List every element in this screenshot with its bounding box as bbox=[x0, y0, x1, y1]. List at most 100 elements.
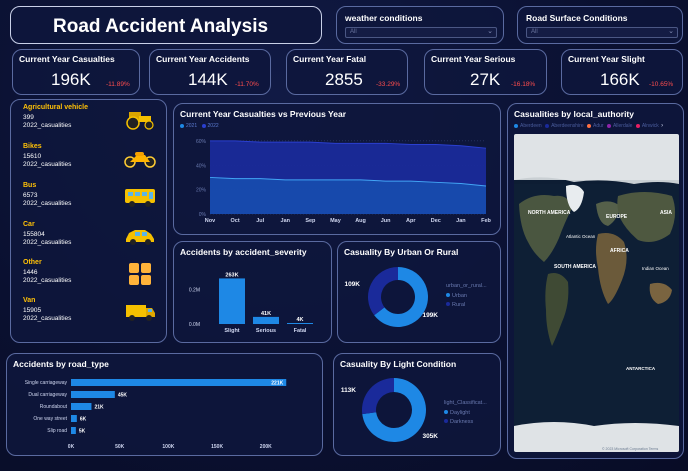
road-type-card: Accidents by road_type 0K 50K 100K 150K 200K… bbox=[6, 353, 323, 456]
x-tick-label: Sep bbox=[305, 218, 316, 224]
trend-chart[interactable]: 0%20%40%60%Nov Oct Jul Jan Sep May Aug Jun Apr De… bbox=[174, 104, 502, 236]
y-tick-label: Dual carriageway bbox=[28, 392, 67, 398]
weather-slicer[interactable]: weather conditions All ⌄ bbox=[336, 6, 504, 44]
vehicle-count: 1446 bbox=[23, 269, 38, 276]
y-tick-label: Single carriageway bbox=[25, 380, 68, 386]
vehicle-count: 155804 bbox=[23, 231, 45, 238]
vehicle-subtitle: 2022_casualities bbox=[23, 239, 72, 246]
title-card: Road Accident Analysis bbox=[10, 6, 322, 44]
dashboard: Road Accident Analysis weather condition… bbox=[0, 0, 688, 471]
vehicle-name: Other bbox=[23, 259, 42, 266]
vehicle-item-bikes: Bikes 15610 2022_casualities bbox=[23, 143, 71, 168]
y-tick-label: One way street bbox=[33, 416, 67, 422]
x-tick-label: Serious bbox=[256, 328, 276, 334]
y-tick-label: 0.2M bbox=[189, 287, 200, 293]
legend-dot bbox=[444, 410, 448, 414]
urban-rural-chart[interactable]: 199K 109K urban_or_rural... Urban Rural bbox=[338, 242, 502, 344]
road-type-bar bbox=[71, 379, 287, 386]
kpi-change: -33.29% bbox=[376, 81, 401, 88]
legend-dot bbox=[446, 302, 450, 306]
kpi-label: Current Year Fatal bbox=[293, 54, 367, 64]
kpi-value: 2855 bbox=[325, 70, 363, 89]
vehicle-subtitle: 2022_casualities bbox=[23, 315, 72, 322]
y-tick-label: Roundabout bbox=[40, 404, 68, 410]
map-label-antarctica: ANTARCTICA bbox=[626, 366, 656, 371]
legend-dot bbox=[446, 293, 450, 297]
x-tick-label: Jan bbox=[281, 218, 291, 224]
data-label: 109K bbox=[344, 281, 360, 288]
vehicle-subtitle: 2022_casualities bbox=[23, 161, 72, 168]
x-tick-label: Slight bbox=[224, 328, 239, 334]
legend-dot bbox=[606, 123, 611, 128]
y-tick-label: 20% bbox=[196, 188, 207, 194]
x-tick-label: 100K bbox=[162, 444, 174, 450]
data-label: 113K bbox=[341, 387, 356, 394]
x-tick-label: Jun bbox=[381, 218, 391, 224]
vehicle-item-bus: Bus 6573 2022_casualities bbox=[23, 182, 71, 207]
data-label: 6K bbox=[80, 417, 87, 423]
chevron-down-icon: ⌄ bbox=[668, 28, 674, 35]
map-label-north-america: NORTH AMERICA bbox=[528, 210, 571, 216]
chevron-down-icon: ⌄ bbox=[487, 28, 493, 35]
kpi-label: Current Year Casualties bbox=[19, 54, 115, 64]
legend-title: urban_or_rural... bbox=[446, 283, 487, 289]
map-label-europe: EUROPE bbox=[606, 214, 628, 220]
road-type-bar bbox=[71, 427, 76, 434]
severity-chart[interactable]: 0.2M 0.0M 263K Slight 41K Serious 4K Fatal bbox=[174, 242, 333, 344]
vehicle-count: 15610 bbox=[23, 153, 42, 160]
road-surface-dropdown[interactable]: All ⌄ bbox=[526, 27, 678, 38]
road-type-chart[interactable]: 0K 50K 100K 150K 200K Single carriageway 221K D… bbox=[7, 354, 324, 457]
weather-dropdown[interactable]: All ⌄ bbox=[345, 27, 497, 38]
kpi-change: -11.70% bbox=[235, 81, 259, 88]
bus-icon bbox=[125, 189, 155, 207]
map-legend-item: Adur bbox=[593, 123, 604, 129]
light-condition-chart[interactable]: 305K 113K light_Classificat... Daylight Dark… bbox=[334, 354, 502, 457]
map-legend: Aberdeen Aberdeenshire Adur Allerdale Al… bbox=[514, 123, 663, 129]
kpi-casualties: Current Year Casualties 196K -11.89% bbox=[12, 49, 140, 95]
legend-item: Urban bbox=[452, 293, 467, 299]
van-icon bbox=[126, 305, 155, 321]
legend-dot bbox=[635, 123, 640, 128]
light-condition-card: Casuality By Light Condition 305K 113K lig… bbox=[333, 353, 501, 456]
data-label: 4K bbox=[296, 317, 303, 323]
kpi-serious: Current Year Serious 27K -16.18% bbox=[424, 49, 547, 95]
severity-bar bbox=[253, 316, 279, 324]
road-type-bar bbox=[71, 391, 115, 398]
kpi-change: -16.18% bbox=[511, 81, 536, 88]
map-card: Casualities by local_authority Aberdeen … bbox=[507, 103, 684, 459]
road-surface-dropdown-value: All bbox=[531, 29, 538, 35]
x-tick-label: Jul bbox=[256, 218, 264, 224]
vehicle-name: Bus bbox=[23, 182, 37, 189]
x-tick-label: 0K bbox=[68, 444, 75, 450]
road-surface-slicer[interactable]: Road Surface Conditions All ⌄ bbox=[517, 6, 683, 44]
map-legend-item: Alnwick bbox=[641, 123, 659, 129]
weather-slicer-label: weather conditions bbox=[345, 13, 423, 23]
vehicle-name: Bikes bbox=[23, 143, 42, 150]
x-tick-label: Jan bbox=[456, 218, 466, 224]
x-tick-label: 150K bbox=[211, 444, 223, 450]
map-title: Casualities by local_authority bbox=[514, 109, 634, 119]
vehicle-type-card: Agricultural vehicle 399 2022_casualitie… bbox=[10, 99, 167, 343]
vehicle-count: 6573 bbox=[23, 192, 38, 199]
severity-bar bbox=[287, 323, 313, 324]
map-label-asia: ASIA bbox=[660, 210, 672, 216]
x-tick-label: Aug bbox=[355, 218, 366, 224]
x-tick-label: 50K bbox=[115, 444, 125, 450]
casualties-trend-card: Current Year Casualties vs Previous Year… bbox=[173, 103, 501, 235]
x-tick-label: Fatal bbox=[294, 328, 307, 334]
donut-slice bbox=[362, 378, 394, 415]
x-tick-label: May bbox=[330, 218, 342, 224]
world-map[interactable]: NORTH AMERICA EUROPE ASIA Atlantic Ocean… bbox=[514, 134, 679, 452]
y-tick-label: 60% bbox=[196, 139, 207, 145]
vehicle-subtitle: 2022_casualities bbox=[23, 122, 72, 129]
kpi-value: 166K bbox=[600, 70, 640, 89]
x-tick-label: Feb bbox=[481, 218, 491, 224]
map-label-atlantic: Atlantic Ocean bbox=[566, 234, 596, 239]
kpi-value: 144K bbox=[188, 70, 228, 89]
vehicle-name: Van bbox=[23, 297, 36, 304]
page-title: Road Accident Analysis bbox=[53, 16, 269, 37]
severity-card: Accidents by accident_severity 0.2M 0.0M 2… bbox=[173, 241, 332, 343]
data-label: 5K bbox=[79, 429, 86, 435]
chevron-right-icon[interactable]: › bbox=[661, 123, 663, 129]
map-legend-item: Aberdeenshire bbox=[551, 123, 584, 129]
